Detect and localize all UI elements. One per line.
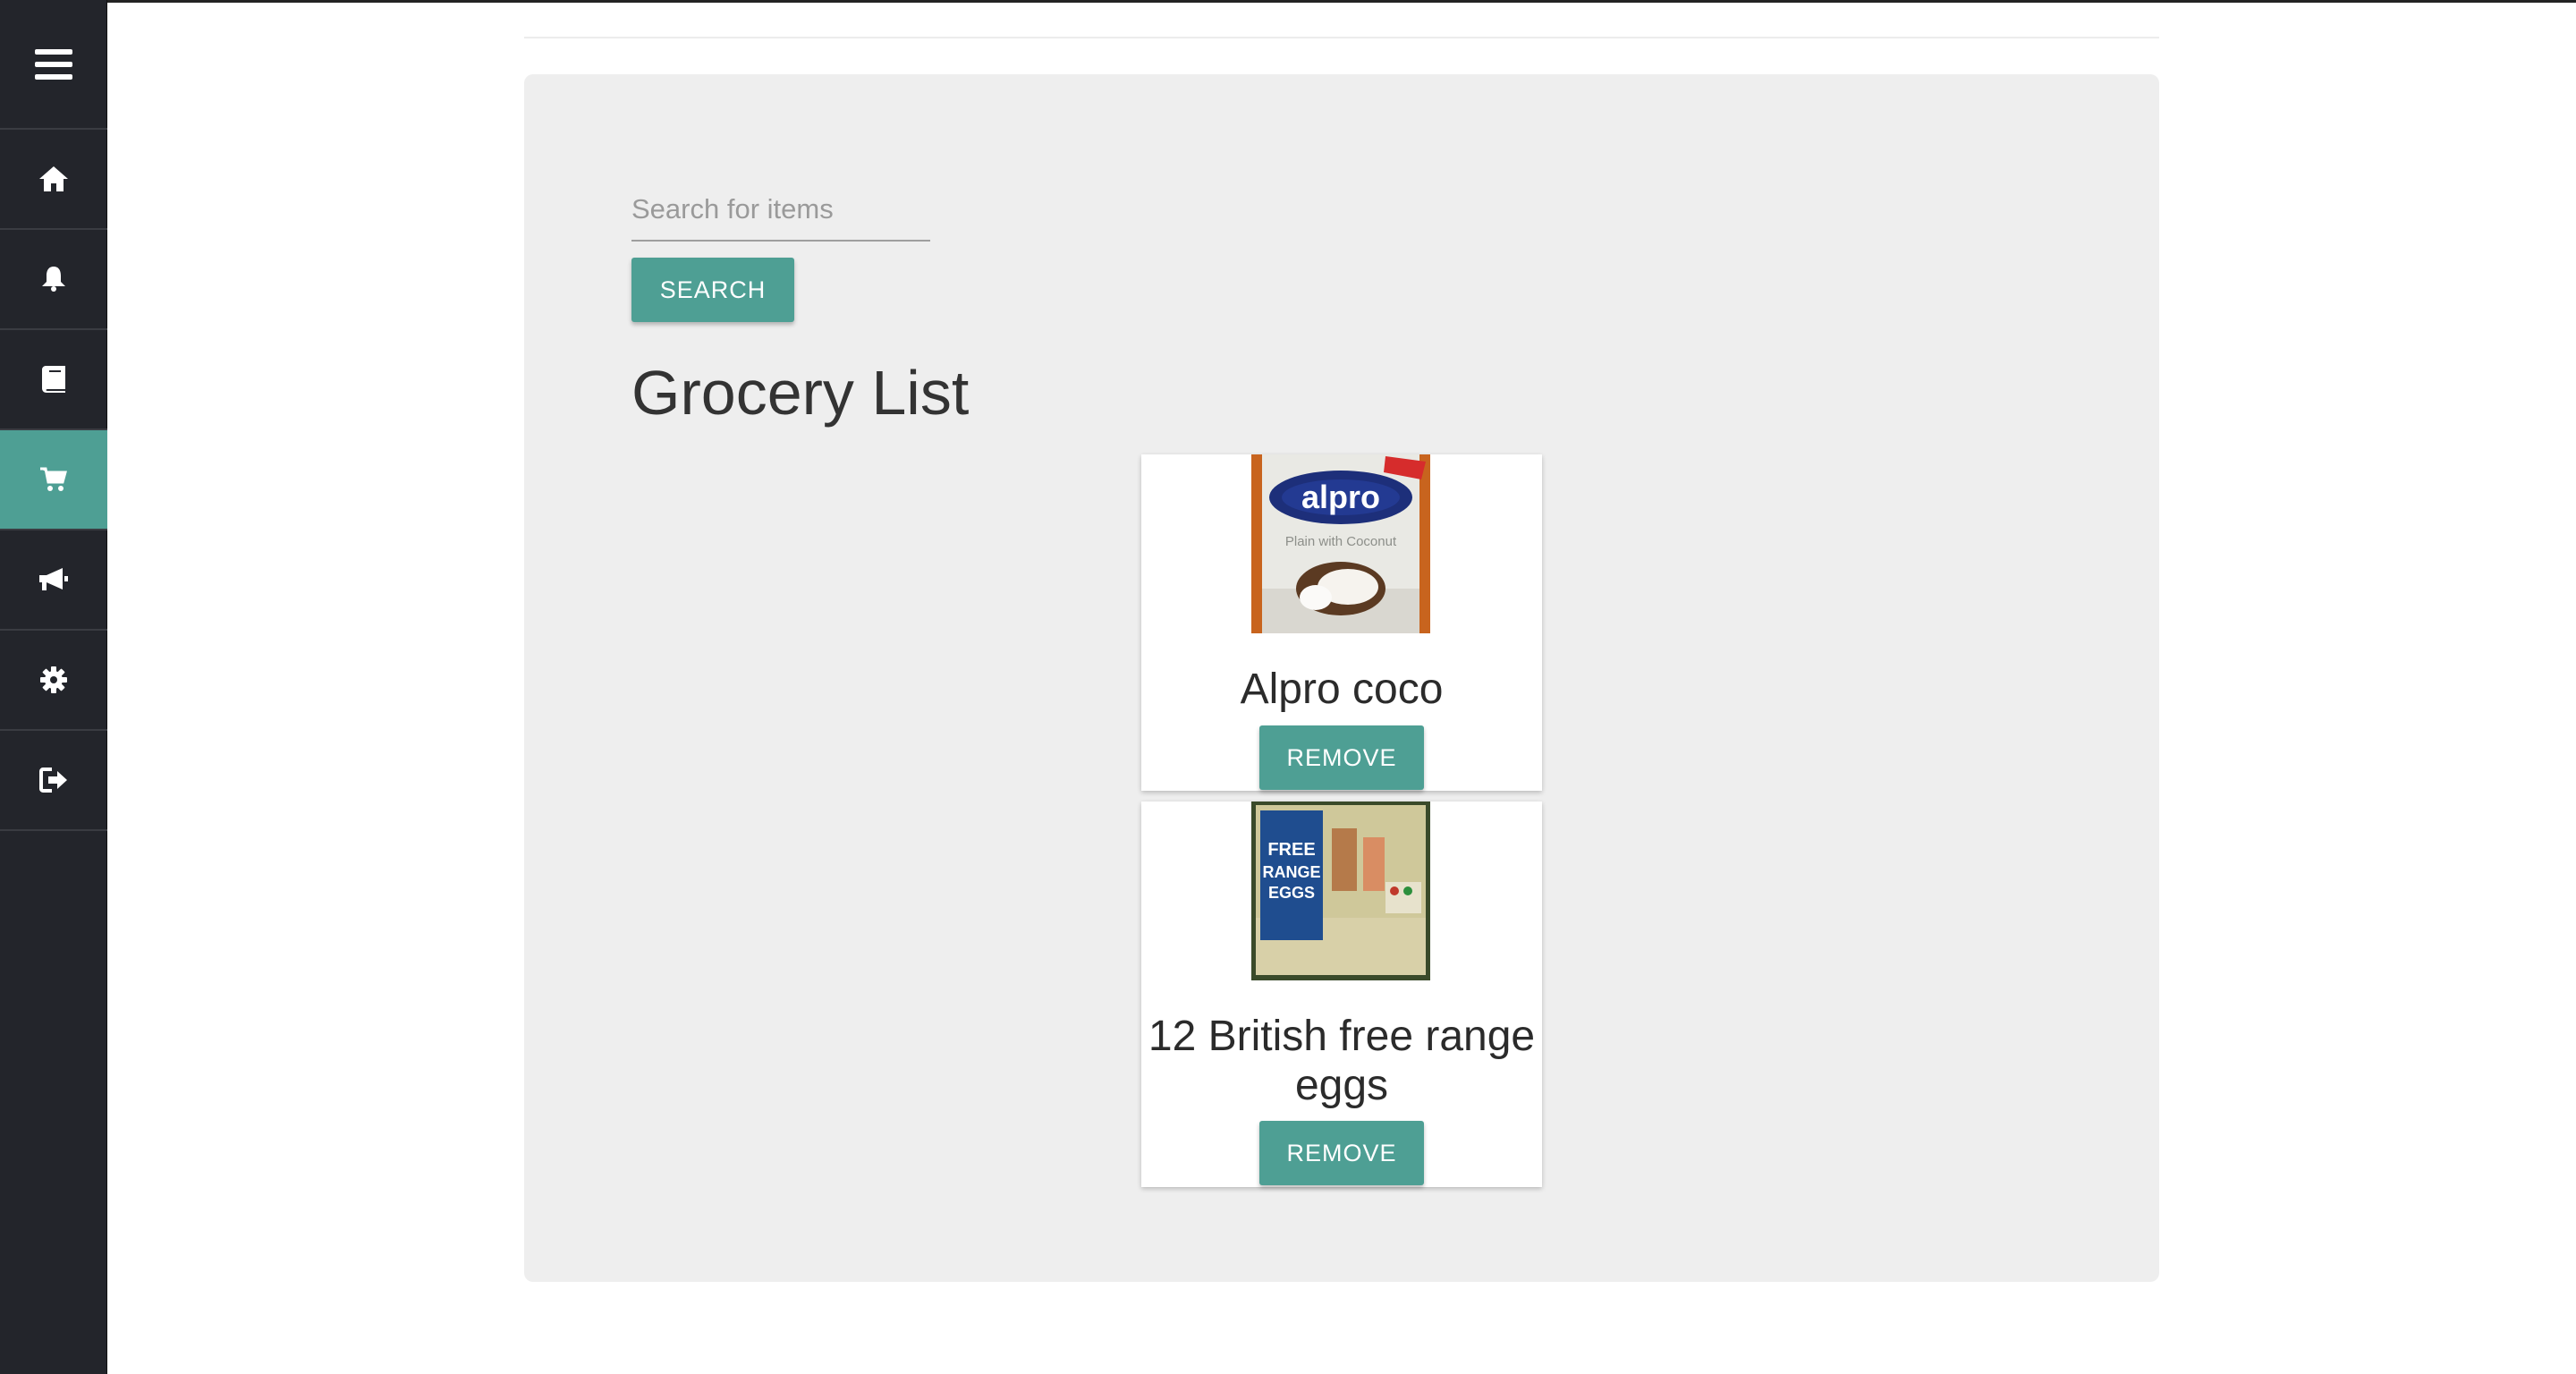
- sidebar-item-notifications[interactable]: [0, 230, 107, 330]
- sidebar-item-settings[interactable]: [0, 631, 107, 731]
- remove-button[interactable]: REMOVE: [1259, 1121, 1424, 1185]
- gear-icon: [40, 666, 67, 693]
- product-image-alpro: alpro Plain with Coconut: [1251, 454, 1430, 633]
- product-image-eggs: FREE RANGE EGGS: [1251, 802, 1430, 980]
- book-icon: [42, 366, 65, 393]
- sidebar-item-grocery-list[interactable]: [0, 430, 107, 530]
- main-panel: SEARCH Grocery List alpro Plain with Coc…: [524, 74, 2159, 1282]
- grocery-item-card: FREE RANGE EGGS 12 British free range eg…: [1141, 802, 1542, 1187]
- svg-text:EGGS: EGGS: [1268, 884, 1315, 902]
- megaphone-icon: [39, 568, 68, 590]
- svg-text:RANGE: RANGE: [1262, 863, 1320, 881]
- cart-icon: [40, 467, 67, 491]
- sign-out-icon: [39, 768, 67, 793]
- svg-text:FREE: FREE: [1267, 840, 1315, 860]
- sidebar-item-recipes[interactable]: [0, 330, 107, 430]
- item-name: Alpro coco: [1240, 666, 1444, 713]
- sidebar-item-logout[interactable]: [0, 731, 107, 831]
- svg-text:Plain with Coconut: Plain with Coconut: [1285, 534, 1397, 549]
- item-name: 12 British free range eggs: [1148, 1013, 1536, 1109]
- bell-icon: [42, 267, 65, 292]
- remove-button[interactable]: REMOVE: [1259, 725, 1424, 790]
- home-icon: [39, 166, 68, 191]
- menu-icon: [35, 48, 72, 80]
- search-button[interactable]: SEARCH: [631, 258, 794, 322]
- sidebar-item-menu[interactable]: [0, 0, 107, 130]
- top-border: [0, 0, 2576, 3]
- sidebar-item-home[interactable]: [0, 130, 107, 230]
- sidebar-item-announcements[interactable]: [0, 530, 107, 631]
- header-divider: [524, 37, 2159, 38]
- page-title: Grocery List: [631, 358, 970, 428]
- svg-text:alpro: alpro: [1301, 479, 1380, 515]
- search-input[interactable]: [631, 179, 930, 242]
- sidebar: [0, 0, 107, 1374]
- grocery-item-card: alpro Plain with Coconut Alpro coco REMO…: [1141, 454, 1542, 791]
